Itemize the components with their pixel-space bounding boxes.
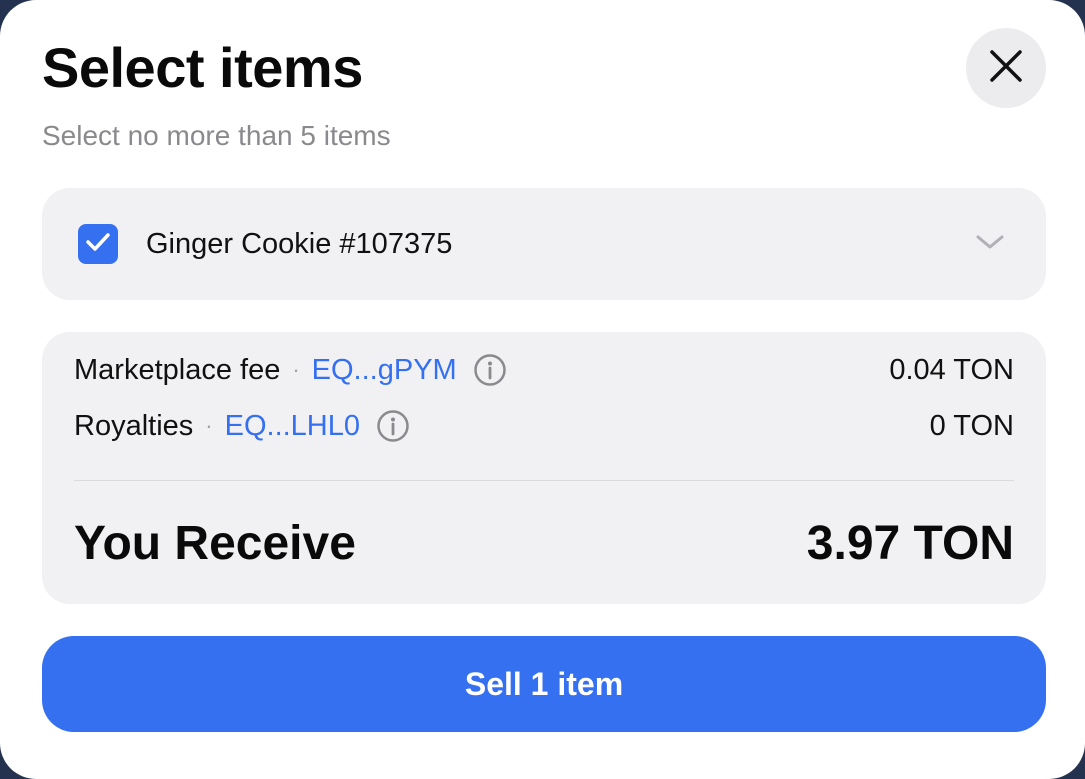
check-icon (85, 231, 111, 258)
item-checkbox[interactable] (78, 224, 118, 264)
you-receive-row: You Receive 3.97 TON (74, 508, 1014, 578)
marketplace-fee-row: Marketplace fee · EQ...gPYM 0.04 TON (74, 350, 1014, 390)
modal-subtitle: Select no more than 5 items (42, 120, 391, 151)
separator-dot: · (292, 357, 300, 382)
sell-button[interactable]: Sell 1 item (42, 636, 1046, 732)
item-row[interactable]: Ginger Cookie #107375 (42, 188, 1046, 300)
expand-item-button[interactable] (974, 230, 1006, 258)
info-icon[interactable] (376, 409, 410, 443)
you-receive-value: 3.97 TON (806, 516, 1014, 570)
divider (74, 480, 1014, 481)
chevron-down-icon (975, 233, 1005, 256)
separator-dot: · (205, 413, 213, 438)
royalties-row: Royalties · EQ...LHL0 0 TON (74, 406, 1014, 446)
you-receive-label: You Receive (74, 516, 356, 570)
close-icon (989, 49, 1023, 88)
royalties-address-link[interactable]: EQ...LHL0 (225, 406, 360, 446)
marketplace-address-link[interactable]: EQ...gPYM (312, 350, 457, 390)
modal-title: Select items (42, 36, 363, 99)
fee-summary: Marketplace fee · EQ...gPYM 0.04 TON Roy… (42, 332, 1046, 604)
info-icon[interactable] (473, 353, 507, 387)
royalties-label: Royalties (74, 410, 194, 442)
marketplace-fee-value: 0.04 TON (889, 354, 1014, 386)
close-button[interactable] (966, 28, 1046, 108)
select-items-modal: Select items Select no more than 5 items… (0, 0, 1085, 779)
royalties-value: 0 TON (929, 410, 1014, 442)
item-name: Ginger Cookie #107375 (146, 228, 453, 260)
marketplace-fee-label: Marketplace fee (74, 354, 281, 386)
